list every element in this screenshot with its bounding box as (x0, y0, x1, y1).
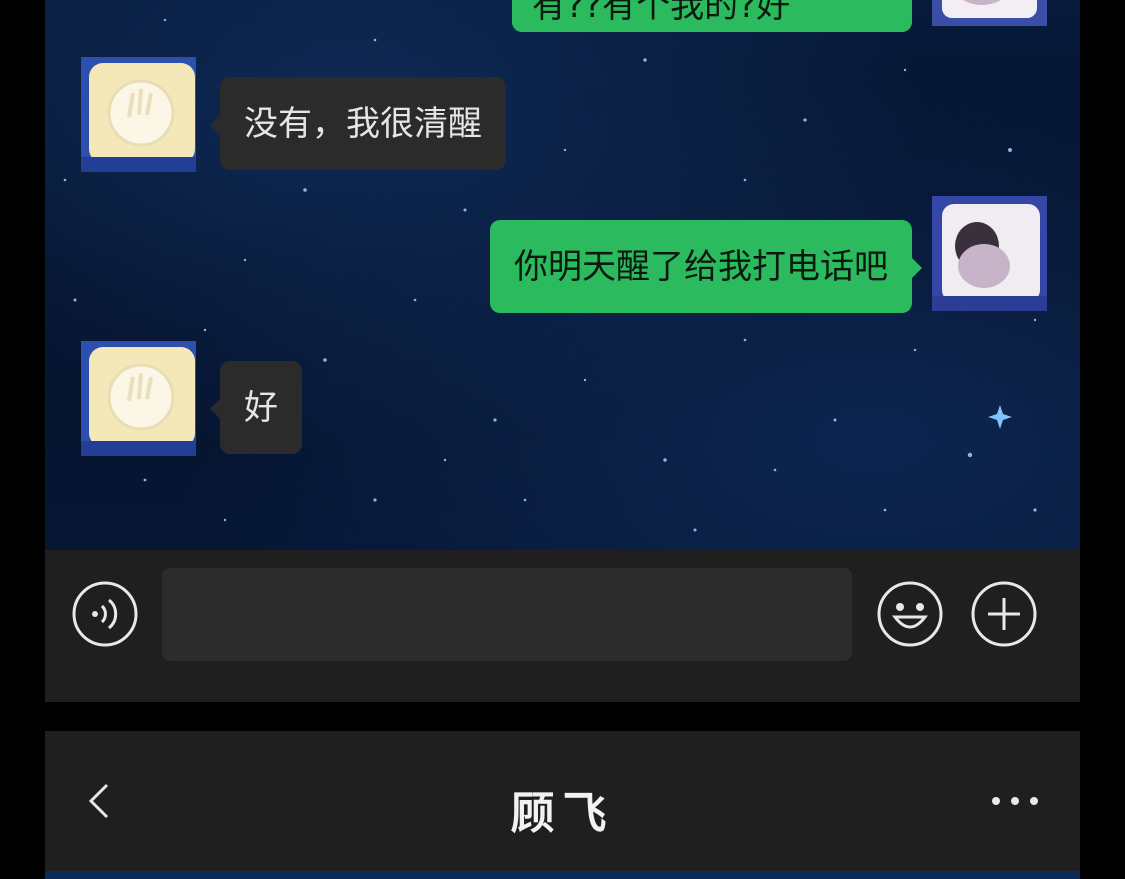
message-row: 你明天醒了给我打电话吧 (490, 196, 1047, 313)
contact-avatar-image (81, 57, 196, 172)
message-row: 没有，我很清醒 (81, 57, 506, 172)
self-avatar-image (932, 0, 1047, 26)
message-text: 好 (244, 388, 278, 428)
plus-button[interactable] (971, 581, 1037, 647)
message-bubble-incoming[interactable]: 好 (210, 361, 302, 454)
message-row-partial: 有??有个我的?好 (512, 0, 912, 32)
message-bubble-incoming[interactable]: 没有，我很清醒 (210, 77, 506, 170)
more-icon (992, 797, 1038, 805)
plus-icon (971, 581, 1037, 647)
emoji-icon (877, 581, 943, 647)
chat-message-area[interactable]: 有??有个我的?好 没有，我很清醒 你明天醒了给我打电话吧 好 (45, 0, 1080, 550)
title-bar: 顾飞 (45, 731, 1080, 871)
more-button[interactable] (990, 793, 1040, 809)
voice-icon (72, 581, 138, 647)
input-bar (45, 550, 1080, 702)
contact-avatar-image (81, 341, 196, 456)
avatar-self-partial (932, 0, 1047, 26)
self-avatar-image (932, 196, 1047, 311)
bottom-strip (45, 871, 1080, 879)
message-row: 好 (81, 341, 302, 456)
emoji-button[interactable] (877, 581, 943, 647)
message-text: 没有，我很清醒 (244, 104, 482, 144)
message-bubble-outgoing[interactable]: 你明天醒了给我打电话吧 (490, 220, 922, 313)
message-text-partial: 有??有个我的?好 (532, 0, 791, 26)
chat-screen: 有??有个我的?好 没有，我很清醒 你明天醒了给我打电话吧 好 顾飞 (0, 0, 1125, 879)
message-text: 你明天醒了给我打电话吧 (514, 247, 888, 287)
message-input[interactable] (162, 568, 852, 661)
avatar-self[interactable] (932, 196, 1047, 311)
avatar-contact[interactable] (81, 57, 196, 172)
chat-title: 顾飞 (510, 788, 615, 839)
voice-button[interactable] (72, 581, 138, 647)
avatar-contact[interactable] (81, 341, 196, 456)
